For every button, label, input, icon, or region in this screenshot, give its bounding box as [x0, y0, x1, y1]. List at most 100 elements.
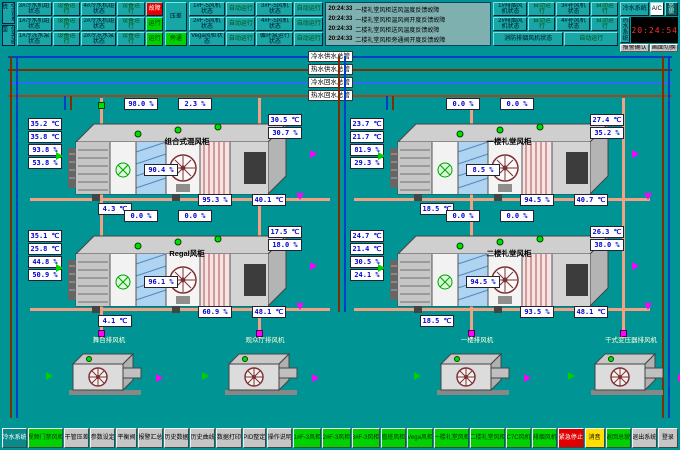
status-indicator[interactable]: 自动运行: [226, 2, 255, 16]
equipment-status-button[interactable]: 2#冷水机组状态: [81, 17, 116, 31]
toolbar-button[interactable]: 历史数据: [164, 428, 189, 448]
lowA-readout: 94.5 %: [520, 194, 554, 206]
toolbar-button[interactable]: 视频门禁风柜: [28, 428, 63, 448]
lowA-readout: 95.3 %: [198, 194, 232, 206]
screen-switch-button[interactable]: 画面切换: [650, 44, 678, 52]
status-indicator[interactable]: 设备运行: [117, 32, 145, 46]
equipment-status-button[interactable]: 3#冷水机组状态: [17, 2, 52, 16]
status-indicator[interactable]: 自动运行: [564, 32, 618, 46]
equipment-status-button[interactable]: 1#冷冻水泵状态: [17, 32, 52, 46]
chilled-water-return-header-pipe: 冷水回水总管: [8, 82, 672, 84]
status-indicator[interactable]: 自动运行: [294, 32, 323, 46]
toolbar-button[interactable]: 一楼礼堂风柜: [434, 428, 469, 448]
lowB-readout: 48.1 ℃: [252, 306, 286, 318]
status-indicator[interactable]: 自动运行: [528, 17, 555, 31]
valve-readout: 96.1 %: [144, 276, 178, 288]
toolbar-button[interactable]: 平衡阀: [116, 428, 136, 448]
status-indicator[interactable]: 设备运行: [117, 17, 145, 31]
equipment-status-button[interactable]: Vega风柜状态: [189, 32, 226, 46]
pressure-diff-button[interactable]: 压差: [165, 2, 186, 31]
toolbar-button[interactable]: 登录: [658, 428, 678, 448]
toolbar-button[interactable]: 3#F-3风柜: [352, 428, 380, 448]
bypass-button[interactable]: 旁通: [165, 32, 186, 46]
equipment-status-button[interactable]: 1#排烟风机状态: [493, 2, 527, 16]
toolbar-button[interactable]: 值班风柜: [381, 428, 406, 448]
outlet-flow-arrow: [310, 262, 317, 270]
toolbar-button[interactable]: 冷水系统: [2, 428, 27, 448]
exhaust-fan-graphic: [215, 346, 315, 401]
status-indicator[interactable]: 设备运行: [53, 17, 81, 31]
equipment-status-button[interactable]: 3#F-5风机状态: [256, 2, 293, 16]
ahu-unit: Regal风柜35.1 ℃25.8 ℃44.8 %50.9 %0.0 %0.0 …: [28, 212, 336, 330]
tab-priority[interactable]: 优先画面: [2, 25, 15, 47]
chilled-water-supply-header-pipe: 冷水供水总管: [8, 56, 672, 58]
equipment-status-button[interactable]: 2#排烟风机状态: [493, 17, 527, 31]
status-indicator[interactable]: 设备运行: [117, 2, 145, 16]
ac-button[interactable]: A/C: [650, 2, 663, 16]
equipment-status-button[interactable]: 循环泵运行状态: [256, 32, 293, 46]
exhaust-fan-unit: 干式变压器排风机: [566, 334, 680, 408]
alarm-row: 20:24:33一楼礼堂风柜送风温度反馈故障: [328, 4, 488, 14]
ahu-name-label: Regal风柜: [112, 248, 262, 259]
toolbar-button[interactable]: 退出系统: [632, 428, 657, 448]
status-indicator[interactable]: 设备运行: [53, 32, 81, 46]
ahu-name-label: 组合式混风柜: [112, 136, 262, 147]
grid-row: 1#冷冻水泵状态设备运行2#冷冻水泵状态设备运行运行: [17, 32, 163, 46]
equipment-status-button[interactable]: 2#F-5风机状态: [189, 17, 226, 31]
grid-row: 1#冷水机组状态设备运行2#冷水机组状态设备运行运行: [17, 17, 163, 31]
chiller-status-grid: 3#冷水机组状态设备运行4#冷水机组状态设备运行故障1#冷水机组状态设备运行2#…: [17, 2, 163, 46]
status-indicator[interactable]: 自动运行: [226, 32, 255, 46]
alarm-ack-button[interactable]: 报警确认: [620, 44, 648, 52]
toolbar-button[interactable]: C7C风机: [506, 428, 531, 448]
fault-indicator[interactable]: 故障: [146, 2, 163, 16]
equipment-status-button[interactable]: 1#F-5风机状态: [189, 2, 226, 16]
valve-readout: 90.4 %: [144, 164, 178, 176]
toolbar-button[interactable]: 消音: [585, 428, 605, 448]
status-indicator[interactable]: 自动运行: [591, 17, 618, 31]
status-indicator[interactable]: 自动运行: [226, 17, 255, 31]
fan-name-label: 干式变压器排风机: [566, 334, 680, 344]
lowB-readout: 40.1 ℃: [252, 194, 286, 206]
toolbar-button[interactable]: 1#F-3风柜: [293, 428, 321, 448]
toolbar-button[interactable]: 二楼礼堂风柜: [470, 428, 505, 448]
toolbar-button[interactable]: 干管压差: [64, 428, 89, 448]
bypass-column: 压差 旁通: [165, 2, 186, 46]
toolbar-button[interactable]: PID整定: [243, 428, 267, 448]
equipment-status-button[interactable]: 4#补风机状态: [556, 17, 590, 31]
cold-water-system-button[interactable]: 冷水系统: [620, 2, 649, 16]
alarm-text: 一楼礼堂风柜送风温度反馈故障: [355, 5, 439, 14]
hot-water-system-button[interactable]: 热水系统: [620, 17, 630, 43]
equipment-status-button[interactable]: 消防排烟风机状态: [493, 32, 563, 46]
equipment-status-button[interactable]: 1#冷水机组状态: [17, 17, 52, 31]
equipment-status-button[interactable]: 2#冷冻水泵状态: [81, 32, 116, 46]
lowC-readout: 18.5 ℃: [420, 315, 454, 327]
toolbar-button[interactable]: 报警汇总: [138, 428, 163, 448]
equipment-status-button[interactable]: 3#补风机状态: [556, 2, 590, 16]
system-clock: 20:24:54: [631, 17, 678, 43]
toolbar-button[interactable]: 操作说明: [267, 428, 292, 448]
status-indicator[interactable]: 自动运行: [528, 2, 555, 16]
tab-system[interactable]: 空调系统: [2, 2, 15, 24]
valve-readout: 94.5 %: [466, 276, 500, 288]
toolbar-button[interactable]: 数据打印: [216, 428, 241, 448]
toolbar-button[interactable]: 返回总貌: [606, 428, 631, 448]
alarm-time: 20:24:33: [328, 26, 352, 32]
toolbar-button[interactable]: 历史曲线: [190, 428, 215, 448]
status-indicator[interactable]: 运行: [146, 32, 163, 46]
toolbar-button[interactable]: 紧急停止: [558, 428, 583, 448]
status-indicator[interactable]: 自动运行: [294, 17, 323, 31]
equipment-status-button[interactable]: 4#冷水机组状态: [81, 2, 116, 16]
exhaust-fan-graphic: [59, 346, 159, 401]
toolbar-button[interactable]: 排烟风机: [532, 428, 557, 448]
equipment-status-button[interactable]: 4#F-5风机状态: [256, 17, 293, 31]
toolbar-button[interactable]: 参数设定: [90, 428, 115, 448]
inlet-flow-arrow: [56, 152, 63, 160]
toolbar-button[interactable]: Vega风柜: [407, 428, 434, 448]
status-indicator[interactable]: 设备运行: [53, 2, 81, 16]
status-indicator[interactable]: 运行: [146, 17, 163, 31]
status-indicator[interactable]: 自动运行: [591, 2, 618, 16]
status-indicator[interactable]: 自动运行: [294, 2, 323, 16]
overview-button[interactable]: 总貌: [665, 2, 678, 16]
toolbar-button[interactable]: 2#F-3风柜: [322, 428, 350, 448]
alarm-time: 20:24:33: [328, 6, 352, 12]
